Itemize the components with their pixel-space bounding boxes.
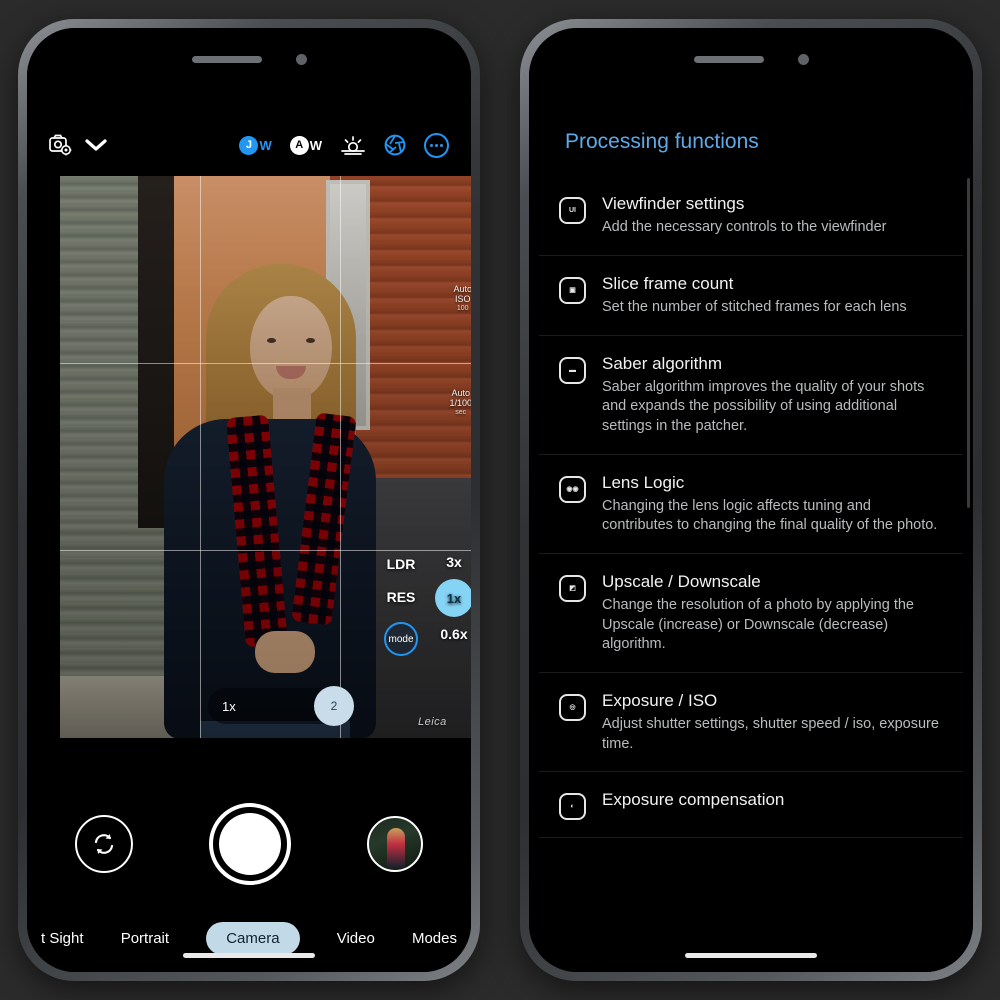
aw-suffix: W (309, 137, 322, 153)
jw-suffix: W (259, 137, 272, 153)
zoom-option-3x[interactable]: 3x (434, 554, 471, 570)
list-item-exposure-iso[interactable]: ◎ Exposure / ISO Adjust shutter settings… (539, 673, 963, 773)
iso-readout: Auto ISO 100 (453, 284, 471, 313)
list-item-title: Upscale / Downscale (602, 571, 761, 591)
saber-icon: ▬ (559, 356, 586, 384)
settings-app: Processing functions UI Viewfinder setti… (529, 28, 973, 972)
list-item-description: Adjust shutter settings, shutter speed /… (602, 716, 939, 752)
iso-auto-label: Auto (453, 284, 471, 294)
mode-portrait[interactable]: Portrait (121, 930, 169, 947)
list-item-saber-algorithm[interactable]: ▬ Saber algorithm Saber algorithm improv… (539, 336, 963, 455)
resize-icon: ◩ (559, 574, 586, 602)
list-item-description: Set the number of stitched frames for ea… (602, 299, 907, 316)
viewfinder-side-controls: LDR RES mode (384, 556, 418, 656)
grid-line-horizontal (60, 550, 471, 552)
list-item-description: Saber algorithm improves the quality of … (602, 378, 925, 434)
list-item-description: Add the necessary controls to the viewfi… (602, 219, 887, 236)
exposure-comp-icon: ◐ (559, 793, 586, 821)
camera-mode-strip: t Sight Portrait Camera Video Modes (27, 908, 471, 968)
list-item-title: Viewfinder settings (602, 194, 745, 213)
grid-line-vertical (339, 176, 341, 738)
list-item-title: Lens Logic (602, 472, 685, 492)
gallery-thumbnail[interactable] (367, 816, 423, 872)
zoom-option-06x[interactable]: 0.6x (434, 626, 471, 642)
home-indicator (183, 953, 315, 958)
front-camera-icon (295, 53, 307, 65)
aw-indicator[interactable]: A W (289, 135, 322, 155)
more-dot (435, 143, 438, 147)
more-dot (430, 143, 433, 147)
zoom-option-1x[interactable]: 1x (435, 579, 471, 617)
list-item-title: Exposure / ISO (602, 690, 718, 710)
list-item-upscale-downscale[interactable]: ◩ Upscale / Downscale Change the resolut… (539, 554, 963, 673)
list-item-description: Changing the lens logic affects tuning a… (602, 497, 938, 534)
mode-video[interactable]: Video (337, 930, 375, 947)
scrollbar[interactable] (967, 178, 970, 508)
aw-badge-letter: A (289, 135, 309, 155)
camera-topbar-right: J W A W (239, 132, 449, 158)
shutter-auto-label: Auto (451, 388, 470, 398)
earpiece-speaker-icon (191, 55, 262, 63)
settings-list[interactable]: UI Viewfinder settings Add the necessary… (539, 176, 963, 972)
list-item-lens-logic[interactable]: ◉◉ Lens Logic Changing the lens logic af… (539, 455, 963, 554)
grid-line-horizontal (60, 363, 471, 365)
viewfinder-zoom-options: 3x 1x 0.6x (434, 554, 471, 642)
earpiece-speaker-icon (693, 55, 764, 63)
page-title: Processing functions (565, 130, 759, 153)
mode-toggle[interactable]: mode (384, 622, 418, 656)
res-toggle[interactable]: RES (387, 589, 416, 605)
camera-topbar: J W A W (27, 124, 471, 166)
shutter-speed-value: 1/100 (449, 398, 471, 409)
list-item-slice-frame-count[interactable]: ▣ Slice frame count Set the number of st… (539, 256, 963, 336)
zoom-slider[interactable]: 1x 2 (208, 686, 354, 726)
leica-watermark: Leica (418, 716, 447, 728)
camera-phone-screen: J W A W Auto ISO 100 Auto 1/100 sec Leic… (27, 28, 471, 972)
sunrise-icon[interactable] (340, 135, 366, 155)
list-item-viewfinder-settings[interactable]: UI Viewfinder settings Add the necessary… (539, 176, 963, 256)
ui-icon: UI (559, 197, 586, 224)
list-item-description: Change the resolution of a photo by appl… (602, 597, 914, 653)
shutter-readout: Auto 1/100 sec (449, 388, 471, 417)
mode-camera[interactable]: Camera (206, 921, 300, 955)
list-item-title: Slice frame count (602, 273, 734, 293)
camera-viewfinder[interactable]: Auto ISO 100 Auto 1/100 sec Leica LDR RE… (60, 176, 471, 738)
zoom-slider-handle[interactable]: 2 (314, 686, 354, 726)
gallery-preview (387, 828, 405, 868)
shutter-inner (219, 813, 281, 875)
more-options-icon[interactable] (424, 132, 449, 158)
camera-settings-icon[interactable] (49, 134, 73, 156)
ldr-toggle[interactable]: LDR (387, 556, 416, 572)
list-item-title: Exposure compensation (602, 790, 785, 810)
mode-modes[interactable]: Modes (412, 930, 457, 947)
camera-phone-device: J W A W Auto ISO 100 Auto 1/100 sec Leic… (18, 19, 480, 981)
grid-line-vertical (199, 176, 201, 738)
frames-icon: ▣ (559, 276, 586, 304)
camera-app: J W A W Auto ISO 100 Auto 1/100 sec Leic… (27, 28, 471, 972)
zoom-slider-value: 1x (222, 698, 236, 714)
settings-phone-screen: Processing functions UI Viewfinder setti… (529, 28, 973, 972)
more-dot (440, 143, 443, 147)
lens-logic-icon: ◉◉ (559, 475, 586, 503)
camera-controls-row (27, 798, 471, 890)
screenshot-stage: J W A W Auto ISO 100 Auto 1/100 sec Leic… (0, 0, 1000, 1000)
settings-phone-device: Processing functions UI Viewfinder setti… (520, 19, 982, 981)
front-camera-icon (797, 53, 809, 65)
jw-badge-letter: J (239, 135, 259, 155)
chevron-down-icon[interactable] (85, 138, 107, 152)
phone-notch (27, 28, 471, 90)
exposure-icon: ◎ (559, 693, 586, 721)
shutter-button[interactable] (209, 803, 291, 885)
list-item-exposure-compensation[interactable]: ◐ Exposure compensation (539, 772, 963, 839)
jw-indicator[interactable]: J W (239, 135, 272, 155)
home-indicator (685, 953, 817, 958)
camera-topbar-left (49, 134, 107, 156)
phone-notch (529, 28, 973, 90)
aperture-icon[interactable] (384, 134, 406, 156)
iso-label: ISO (454, 294, 471, 305)
iso-value: 100 (456, 304, 469, 312)
switch-camera-icon[interactable] (75, 815, 133, 873)
list-item-title: Saber algorithm (602, 353, 723, 373)
shutter-speed-unit: sec (455, 408, 467, 416)
mode-night-sight[interactable]: t Sight (41, 930, 84, 947)
